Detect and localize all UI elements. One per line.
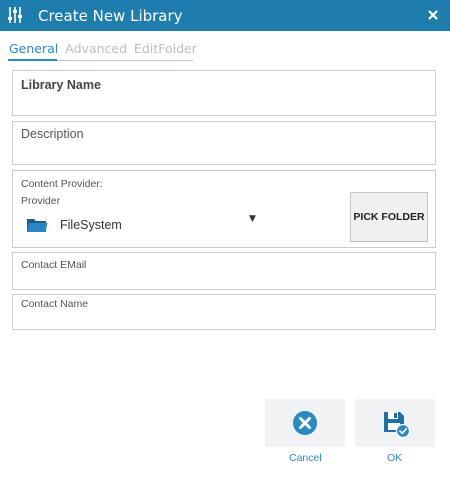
description-field[interactable]: Description	[12, 121, 436, 165]
contact-email-label: Contact EMail	[21, 259, 87, 271]
ok-label[interactable]: OK	[387, 452, 402, 464]
content-provider-label: Content Provider:	[21, 178, 103, 190]
contact-name-field[interactable]: Contact Name	[12, 294, 436, 330]
tab-advanced[interactable]: Advanced	[64, 40, 129, 57]
tab-general[interactable]: General	[8, 40, 60, 57]
contact-email-field[interactable]: Contact EMail	[12, 252, 436, 290]
folder-icon	[27, 219, 48, 232]
window-title: Create New Library	[38, 7, 183, 25]
content-provider-panel: Content Provider: Provider FileSystem ▼ …	[12, 170, 436, 248]
contact-name-label: Contact Name	[21, 298, 89, 310]
cancel-label[interactable]: Cancel	[289, 452, 322, 464]
tab-editfolder[interactable]: EditFolder	[133, 40, 199, 57]
title-bar: Create New Library	[0, 0, 450, 31]
ok-button[interactable]	[355, 399, 435, 447]
description-label: Description	[21, 127, 84, 141]
pick-folder-button[interactable]: PICK FOLDER	[350, 192, 428, 242]
provider-label: Provider	[21, 195, 61, 207]
save-check-icon	[384, 412, 410, 438]
close-icon[interactable]	[425, 6, 441, 24]
tab-underline	[8, 59, 193, 61]
sliders-icon	[8, 7, 22, 23]
provider-select-value[interactable]: FileSystem	[60, 218, 122, 232]
triangle-down-icon[interactable]: ▼	[249, 214, 256, 224]
cancel-button[interactable]	[265, 399, 345, 447]
cancel-circle-icon	[293, 411, 317, 435]
library-name-label: Library Name	[21, 78, 101, 92]
library-name-field[interactable]: Library Name	[12, 70, 436, 116]
active-tab-indicator	[8, 59, 57, 61]
tab-strip: General Advanced EditFolder	[8, 40, 203, 60]
